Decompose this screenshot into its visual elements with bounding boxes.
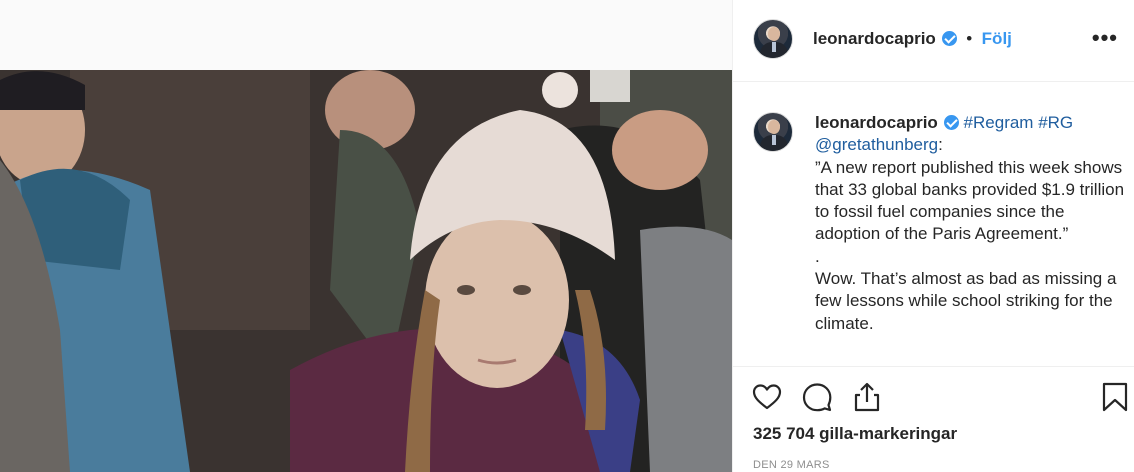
comment-bubble-icon[interactable] — [801, 381, 833, 413]
photo-illustration — [0, 70, 732, 472]
likes-count[interactable]: 325 704 gilla-markeringar — [753, 424, 957, 444]
mention-gretathunberg[interactable]: @gretathunberg — [815, 135, 938, 154]
more-options-icon[interactable]: ••• — [1092, 27, 1118, 49]
hashtag-regram[interactable]: #Regram — [964, 113, 1034, 132]
bookmark-icon[interactable] — [1099, 381, 1131, 413]
caption-text: leonardocaprio #Regram #RG @gretathunber… — [815, 112, 1125, 335]
share-upload-icon[interactable] — [851, 381, 883, 413]
caption-comment: Wow. That’s almost as bad as missing a f… — [815, 269, 1117, 333]
author-line: leonardocaprio • Följ — [813, 29, 1012, 49]
verified-badge-icon — [943, 115, 959, 130]
author-avatar[interactable] — [753, 19, 793, 59]
post-media-pane — [0, 0, 732, 472]
verified-badge-icon — [941, 31, 957, 46]
caption-quote: ”A new report published this week shows … — [815, 157, 1125, 244]
separator-dot: • — [966, 29, 973, 48]
follow-button[interactable]: Följ — [982, 29, 1012, 48]
mention-colon: : — [938, 135, 943, 155]
post-sidebar: leonardocaprio • Följ ••• leonardocaprio… — [732, 0, 1134, 472]
caption-avatar[interactable] — [753, 112, 793, 152]
heart-icon[interactable] — [751, 381, 783, 413]
caption-dot: . — [815, 246, 820, 266]
post-actions: 325 704 gilla-markeringar DEN 29 MARS — [733, 366, 1134, 472]
post-header: leonardocaprio • Följ ••• — [733, 0, 1134, 82]
hashtag-rg[interactable]: #RG — [1038, 113, 1073, 132]
author-username[interactable]: leonardocaprio — [813, 29, 936, 48]
caption-username[interactable]: leonardocaprio — [815, 113, 938, 132]
post-photo[interactable] — [0, 70, 732, 472]
post-date[interactable]: DEN 29 MARS — [753, 459, 830, 471]
